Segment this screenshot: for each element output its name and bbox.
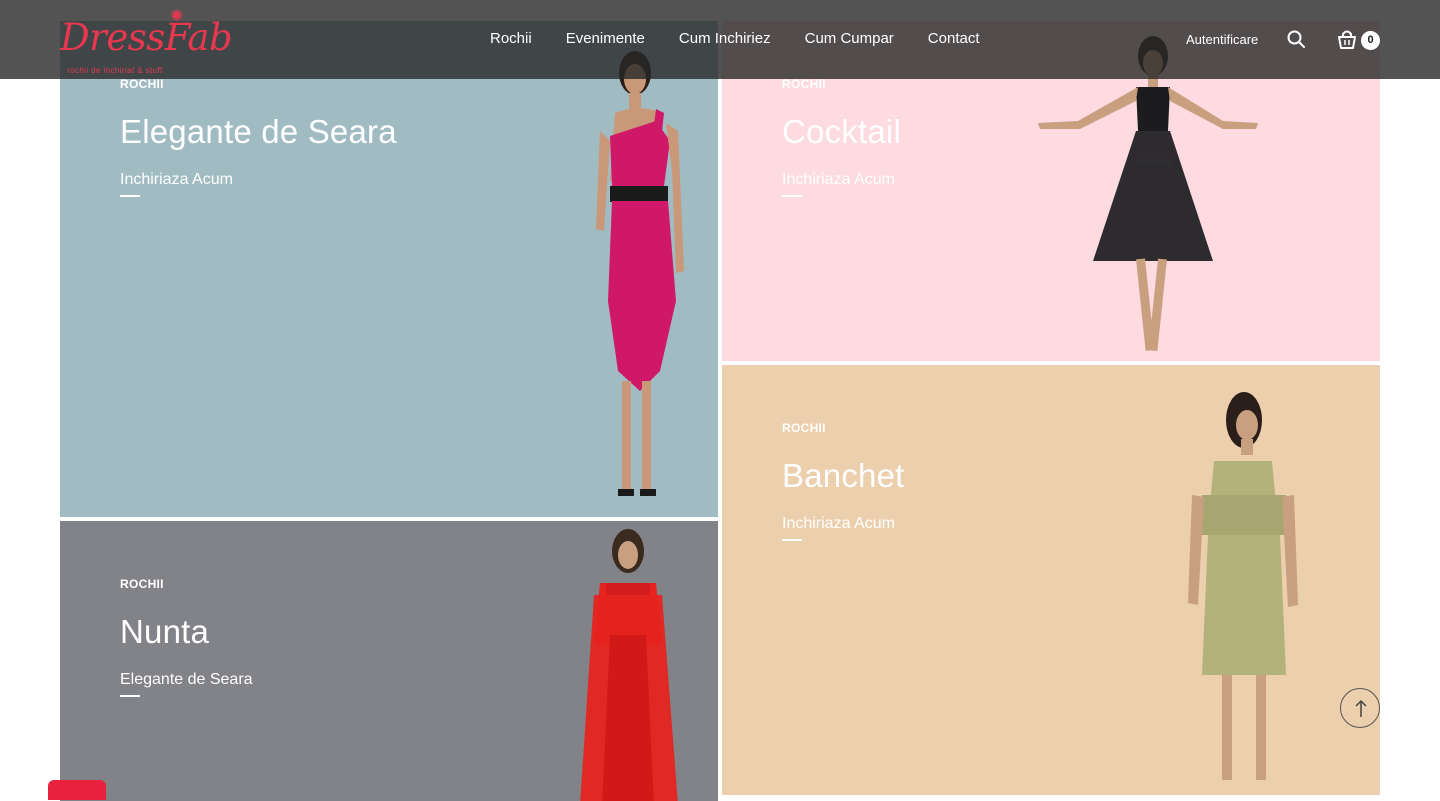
login-link[interactable]: Autentificare — [1186, 32, 1258, 47]
model-red-dress-image — [580, 529, 678, 801]
model-olive-dress-image — [1188, 392, 1298, 780]
tile-eyebrow: ROCHII — [120, 77, 164, 91]
tile-eyebrow: ROCHII — [120, 577, 164, 591]
tile-eyebrow: ROCHII — [782, 421, 826, 435]
rent-now-link[interactable]: Inchiriaza Acum — [120, 171, 233, 189]
scroll-to-top-button[interactable] — [1340, 688, 1380, 728]
nav-item-rochii[interactable]: Rochii — [490, 30, 532, 47]
main-nav: Rochii Evenimente Cum Inchiriez Cum Cump… — [490, 30, 980, 47]
cart-count-badge[interactable]: 0 — [1361, 31, 1380, 50]
tile-title[interactable]: Nunta — [120, 613, 253, 651]
brand-logo[interactable]: ✺ DressFab rochii de inchiriat & stuff — [58, 6, 233, 78]
category-tile-nunta[interactable]: ROCHII Nunta Elegante de Seara — [60, 521, 718, 801]
nav-item-cum-inchiriez[interactable]: Cum Inchiriez — [679, 30, 771, 47]
link-underline — [120, 195, 140, 197]
shopping-bag-icon[interactable] — [1336, 28, 1358, 50]
nav-item-cum-cumpar[interactable]: Cum Cumpar — [805, 30, 894, 47]
nav-item-contact[interactable]: Contact — [928, 30, 980, 47]
rent-now-link[interactable]: Inchiriaza Acum — [782, 171, 895, 189]
site-header: ✺ DressFab rochii de inchiriat & stuff R… — [0, 0, 1440, 79]
rent-now-link[interactable]: Inchiriaza Acum — [782, 515, 895, 533]
arrow-up-icon — [1355, 699, 1367, 717]
tile-title[interactable]: Elegante de Seara — [120, 113, 397, 151]
link-underline — [782, 539, 802, 541]
logo-tagline: rochii de inchiriat & stuff — [67, 66, 163, 75]
category-tile-elegante-de-seara[interactable]: ROCHII Elegante de Seara Inchiriaza Acum — [60, 21, 718, 517]
tile-title[interactable]: Cocktail — [782, 113, 901, 151]
model-pink-dress-image — [596, 51, 684, 496]
link-underline — [782, 195, 802, 197]
chat-widget-tab[interactable] — [48, 780, 106, 800]
category-tile-banchet[interactable]: ROCHII Banchet Inchiriaza Acum — [722, 365, 1380, 795]
link-underline — [120, 695, 140, 697]
model-black-dress-image — [1038, 36, 1258, 352]
search-icon[interactable] — [1286, 29, 1306, 49]
tile-eyebrow: ROCHII — [782, 77, 826, 91]
logo-wordmark: DressFab — [60, 16, 233, 59]
tile-title[interactable]: Banchet — [782, 457, 905, 495]
subcategory-link[interactable]: Elegante de Seara — [120, 671, 253, 689]
nav-item-evenimente[interactable]: Evenimente — [566, 30, 645, 47]
